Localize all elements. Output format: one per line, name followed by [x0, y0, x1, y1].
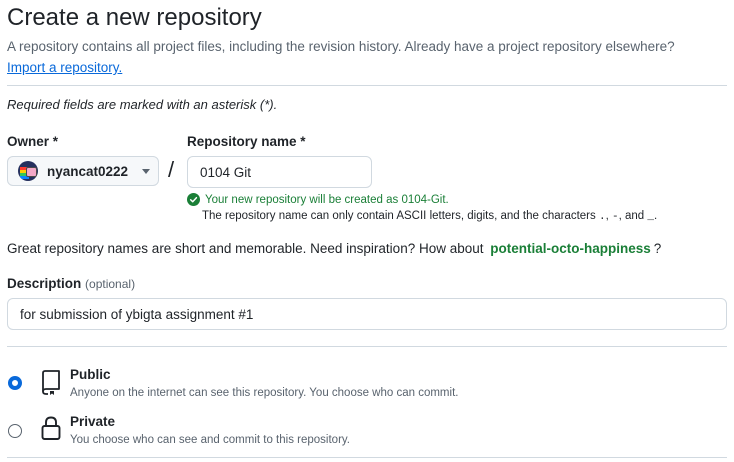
- description-label-text: Description: [7, 276, 82, 291]
- hint-char-dash: -: [611, 211, 619, 223]
- hint-end: .: [653, 210, 658, 222]
- divider: [7, 346, 727, 347]
- inspiration-suffix: ?: [653, 241, 662, 256]
- repository-name-input[interactable]: [187, 156, 372, 188]
- hint-text: The repository name can only contain ASC…: [202, 210, 596, 222]
- owner-repo-separator: /: [168, 157, 175, 182]
- owner-dropdown[interactable]: nyancat0222: [7, 156, 159, 186]
- required-fields-note: Required fields are marked with an aster…: [7, 97, 278, 112]
- owner-label: Owner *: [7, 134, 59, 149]
- public-option-desc: Anyone on the internet can see this repo…: [70, 387, 459, 399]
- hint-char-dot: .: [598, 211, 606, 223]
- hint-sep: ,: [605, 210, 609, 222]
- inspiration-text: Great repository names are short and mem…: [7, 241, 484, 256]
- optional-tag: (optional): [85, 277, 136, 291]
- suggested-name[interactable]: potential-octo-happiness: [490, 241, 651, 256]
- availability-text: Your new repository will be created as 0…: [205, 193, 449, 206]
- owner-name: nyancat0222: [47, 163, 129, 179]
- page-title: Create a new repository: [7, 4, 262, 31]
- hint-sep: , and: [618, 210, 645, 222]
- page-subtitle: A repository contains all project files,…: [7, 39, 675, 54]
- public-option-title: Public: [70, 367, 111, 382]
- description-label: Description (optional): [7, 276, 135, 291]
- divider: [7, 457, 727, 458]
- public-radio[interactable]: [8, 376, 22, 390]
- check-circle-icon: [187, 193, 200, 206]
- private-radio[interactable]: [8, 424, 22, 438]
- divider: [7, 85, 727, 86]
- private-option-title: Private: [70, 414, 116, 429]
- import-repository-link[interactable]: Import a repository.: [7, 60, 122, 75]
- lock-icon: [41, 416, 61, 440]
- private-option-desc: You choose who can see and commit to thi…: [70, 434, 350, 446]
- chevron-down-icon: [142, 168, 150, 174]
- name-inspiration: Great repository names are short and mem…: [7, 241, 661, 256]
- repository-name-label: Repository name *: [187, 134, 306, 149]
- avatar: [18, 161, 38, 181]
- repository-name-hint: The repository name can only contain ASC…: [202, 210, 657, 223]
- hint-char-underscore: _: [647, 211, 654, 223]
- description-input[interactable]: [7, 298, 727, 330]
- repo-icon: [42, 370, 60, 395]
- availability-message: Your new repository will be created as 0…: [187, 193, 449, 206]
